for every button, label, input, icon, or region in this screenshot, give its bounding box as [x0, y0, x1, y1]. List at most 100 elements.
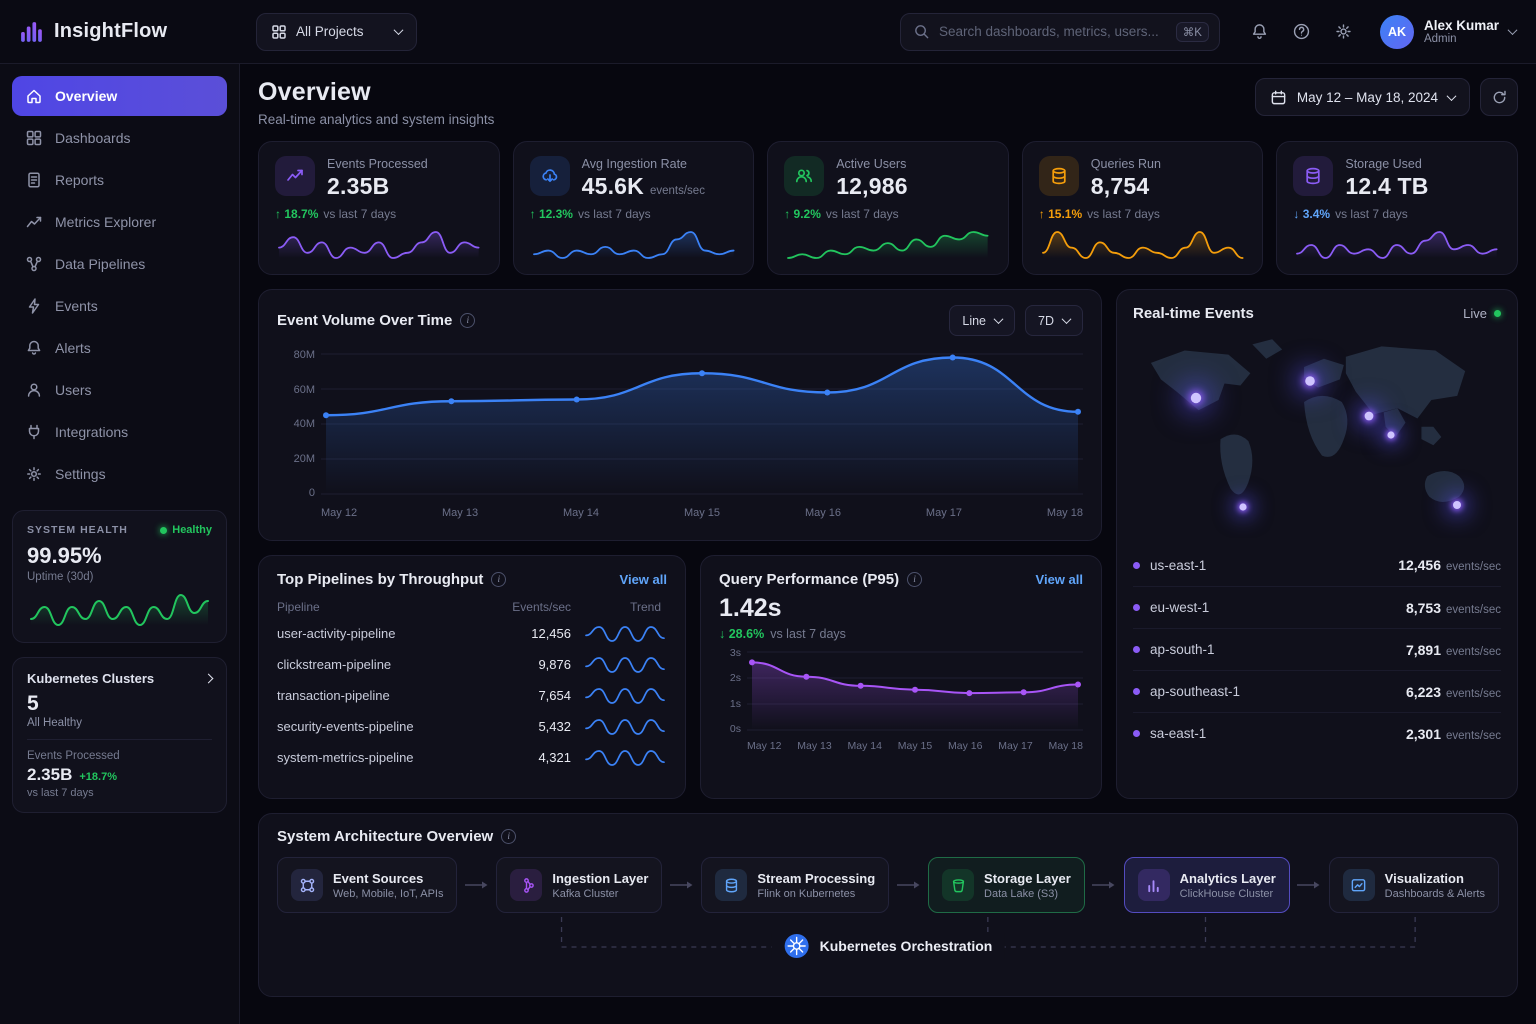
- sidebar-item-alerts[interactable]: Alerts: [12, 328, 227, 368]
- kpi-sparkline: [1039, 228, 1247, 262]
- cloud-download-icon: [530, 156, 570, 196]
- refresh-button[interactable]: [1480, 78, 1518, 116]
- architecture-flow: Event SourcesWeb, Mobile, IoT, APIs Inge…: [277, 857, 1499, 913]
- kpi-card-avg-ingestion-rate: Avg Ingestion Rate 45.6Kevents/sec ↑ 12.…: [513, 141, 755, 275]
- view-all-link[interactable]: View all: [1036, 572, 1083, 587]
- arch-node-analytics-layer[interactable]: Analytics LayerClickHouse Cluster: [1124, 857, 1290, 913]
- panel-title: System Architecture Overview: [277, 828, 493, 845]
- sidebar-item-data-pipelines[interactable]: Data Pipelines: [12, 244, 227, 284]
- region-dot: [1133, 688, 1140, 695]
- kpi-caption: vs last 7 days: [1087, 207, 1160, 221]
- region-unit: events/sec: [1446, 561, 1501, 573]
- tick-label: 40M: [294, 418, 315, 430]
- search-box[interactable]: ⌘K: [900, 13, 1220, 51]
- tick-label: 80M: [294, 349, 315, 361]
- sidebar-item-overview[interactable]: Overview: [12, 76, 227, 116]
- region-name: eu-west-1: [1150, 600, 1209, 615]
- tick-label: May 16: [948, 740, 982, 752]
- kpi-value: 12.4 TB: [1345, 173, 1428, 200]
- region-dot: [1133, 604, 1140, 611]
- settings-button[interactable]: [1326, 14, 1362, 50]
- view-all-link[interactable]: View all: [620, 572, 667, 587]
- range-select[interactable]: 7D: [1025, 305, 1083, 336]
- pipeline-icon: [25, 255, 43, 273]
- info-icon[interactable]: [501, 829, 516, 844]
- pipeline-value: 12,456: [485, 626, 571, 641]
- tick-label: May 16: [805, 507, 841, 519]
- sidebar-item-integrations[interactable]: Integrations: [12, 412, 227, 452]
- info-icon[interactable]: [907, 572, 922, 587]
- tick-label: May 12: [747, 740, 781, 752]
- region-row[interactable]: ap-southeast-1 6,223events/sec: [1133, 670, 1501, 712]
- kubernetes-card[interactable]: Kubernetes Clusters 5 All Healthy Events…: [12, 657, 227, 813]
- table-row[interactable]: system-metrics-pipeline 4,321: [277, 742, 667, 773]
- sidebar-item-label: Reports: [55, 172, 104, 188]
- kpi-sparkline: [275, 228, 483, 262]
- kpi-sparkline: [784, 228, 992, 262]
- table-header: Pipeline Events/sec Trend: [277, 600, 667, 614]
- nodes-icon: [291, 869, 323, 901]
- chevron-down-icon: [1062, 314, 1072, 324]
- map-marker: [1305, 377, 1315, 387]
- gear-icon: [25, 465, 43, 483]
- sidebar-item-events[interactable]: Events: [12, 286, 227, 326]
- sidebar-item-users[interactable]: Users: [12, 370, 227, 410]
- kubernetes-orchestration: Kubernetes Orchestration: [772, 933, 1005, 959]
- cluster-status: All Healthy: [27, 717, 212, 729]
- kpi-card-events-processed: Events Processed 2.35B ↑ 18.7% vs last 7…: [258, 141, 500, 275]
- region-row[interactable]: eu-west-1 8,753events/sec: [1133, 586, 1501, 628]
- page-subtitle: Real-time analytics and system insights: [258, 112, 494, 127]
- region-name: sa-east-1: [1150, 726, 1206, 741]
- arrow-icon: [897, 880, 921, 890]
- dashboard-icon: [25, 129, 43, 147]
- table-row[interactable]: transaction-pipeline 7,654: [277, 680, 667, 711]
- table-row[interactable]: clickstream-pipeline 9,876: [277, 649, 667, 680]
- region-unit: events/sec: [1446, 604, 1501, 616]
- kpi-label: Storage Used: [1345, 157, 1434, 171]
- kpi-delta: ↑ 18.7%: [275, 207, 318, 221]
- arch-node-stream-processing[interactable]: Stream ProcessingFlink on Kubernetes: [701, 857, 889, 913]
- user-name: Alex Kumar: [1424, 18, 1499, 34]
- region-name: us-east-1: [1150, 558, 1206, 573]
- kpi-delta: ↑ 12.3%: [530, 207, 573, 221]
- column-header: Events/sec: [485, 600, 571, 614]
- arch-node-ingestion-layer[interactable]: Ingestion LayerKafka Cluster: [496, 857, 662, 913]
- sidebar-item-settings[interactable]: Settings: [12, 454, 227, 494]
- project-selector[interactable]: All Projects: [256, 13, 417, 51]
- sidebar-item-label: Metrics Explorer: [55, 214, 156, 230]
- search-input[interactable]: [939, 24, 1167, 39]
- sidebar-item-label: Dashboards: [55, 130, 131, 146]
- date-range-picker[interactable]: May 12 – May 18, 2024: [1255, 78, 1470, 116]
- tick-label: May 14: [563, 507, 599, 519]
- region-row[interactable]: sa-east-1 2,301events/sec: [1133, 712, 1501, 754]
- notifications-button[interactable]: [1242, 14, 1278, 50]
- table-row[interactable]: user-activity-pipeline 12,456: [277, 618, 667, 649]
- sidebar-item-reports[interactable]: Reports: [12, 160, 227, 200]
- system-health-card: SYSTEM HEALTH Healthy 99.95% Uptime (30d…: [12, 510, 227, 643]
- arch-node-storage-layer[interactable]: Storage LayerData Lake (S3): [928, 857, 1085, 913]
- info-icon[interactable]: [460, 313, 475, 328]
- sidebar-item-metrics-explorer[interactable]: Metrics Explorer: [12, 202, 227, 242]
- kpi-label: Active Users: [836, 157, 914, 171]
- user-menu[interactable]: AK Alex Kumar Admin: [1380, 15, 1516, 49]
- region-value: 7,891: [1406, 642, 1441, 658]
- sidebar-item-label: Users: [55, 382, 92, 398]
- realtime-events-panel: Real-time Events Live: [1116, 289, 1518, 799]
- kubernetes-icon: [784, 933, 810, 959]
- chevron-down-icon: [994, 314, 1004, 324]
- region-row[interactable]: us-east-1 12,456events/sec: [1133, 544, 1501, 586]
- pipeline-name: transaction-pipeline: [277, 688, 485, 703]
- kpi-caption: vs last 7 days: [578, 207, 651, 221]
- arch-node-title: Stream Processing: [757, 871, 875, 886]
- info-icon[interactable]: [491, 572, 506, 587]
- help-button[interactable]: [1284, 14, 1320, 50]
- kpi-card-storage-used: Storage Used 12.4 TB ↓ 3.4% vs last 7 da…: [1276, 141, 1518, 275]
- arch-node-visualization[interactable]: VisualizationDashboards & Alerts: [1329, 857, 1499, 913]
- table-row[interactable]: security-events-pipeline 5,432: [277, 711, 667, 742]
- arch-node-event-sources[interactable]: Event SourcesWeb, Mobile, IoT, APIs: [277, 857, 457, 913]
- arch-node-title: Analytics Layer: [1180, 871, 1276, 886]
- sidebar-item-label: Settings: [55, 466, 106, 482]
- sidebar-item-dashboards[interactable]: Dashboards: [12, 118, 227, 158]
- chart-type-select[interactable]: Line: [949, 305, 1015, 336]
- region-row[interactable]: ap-south-1 7,891events/sec: [1133, 628, 1501, 670]
